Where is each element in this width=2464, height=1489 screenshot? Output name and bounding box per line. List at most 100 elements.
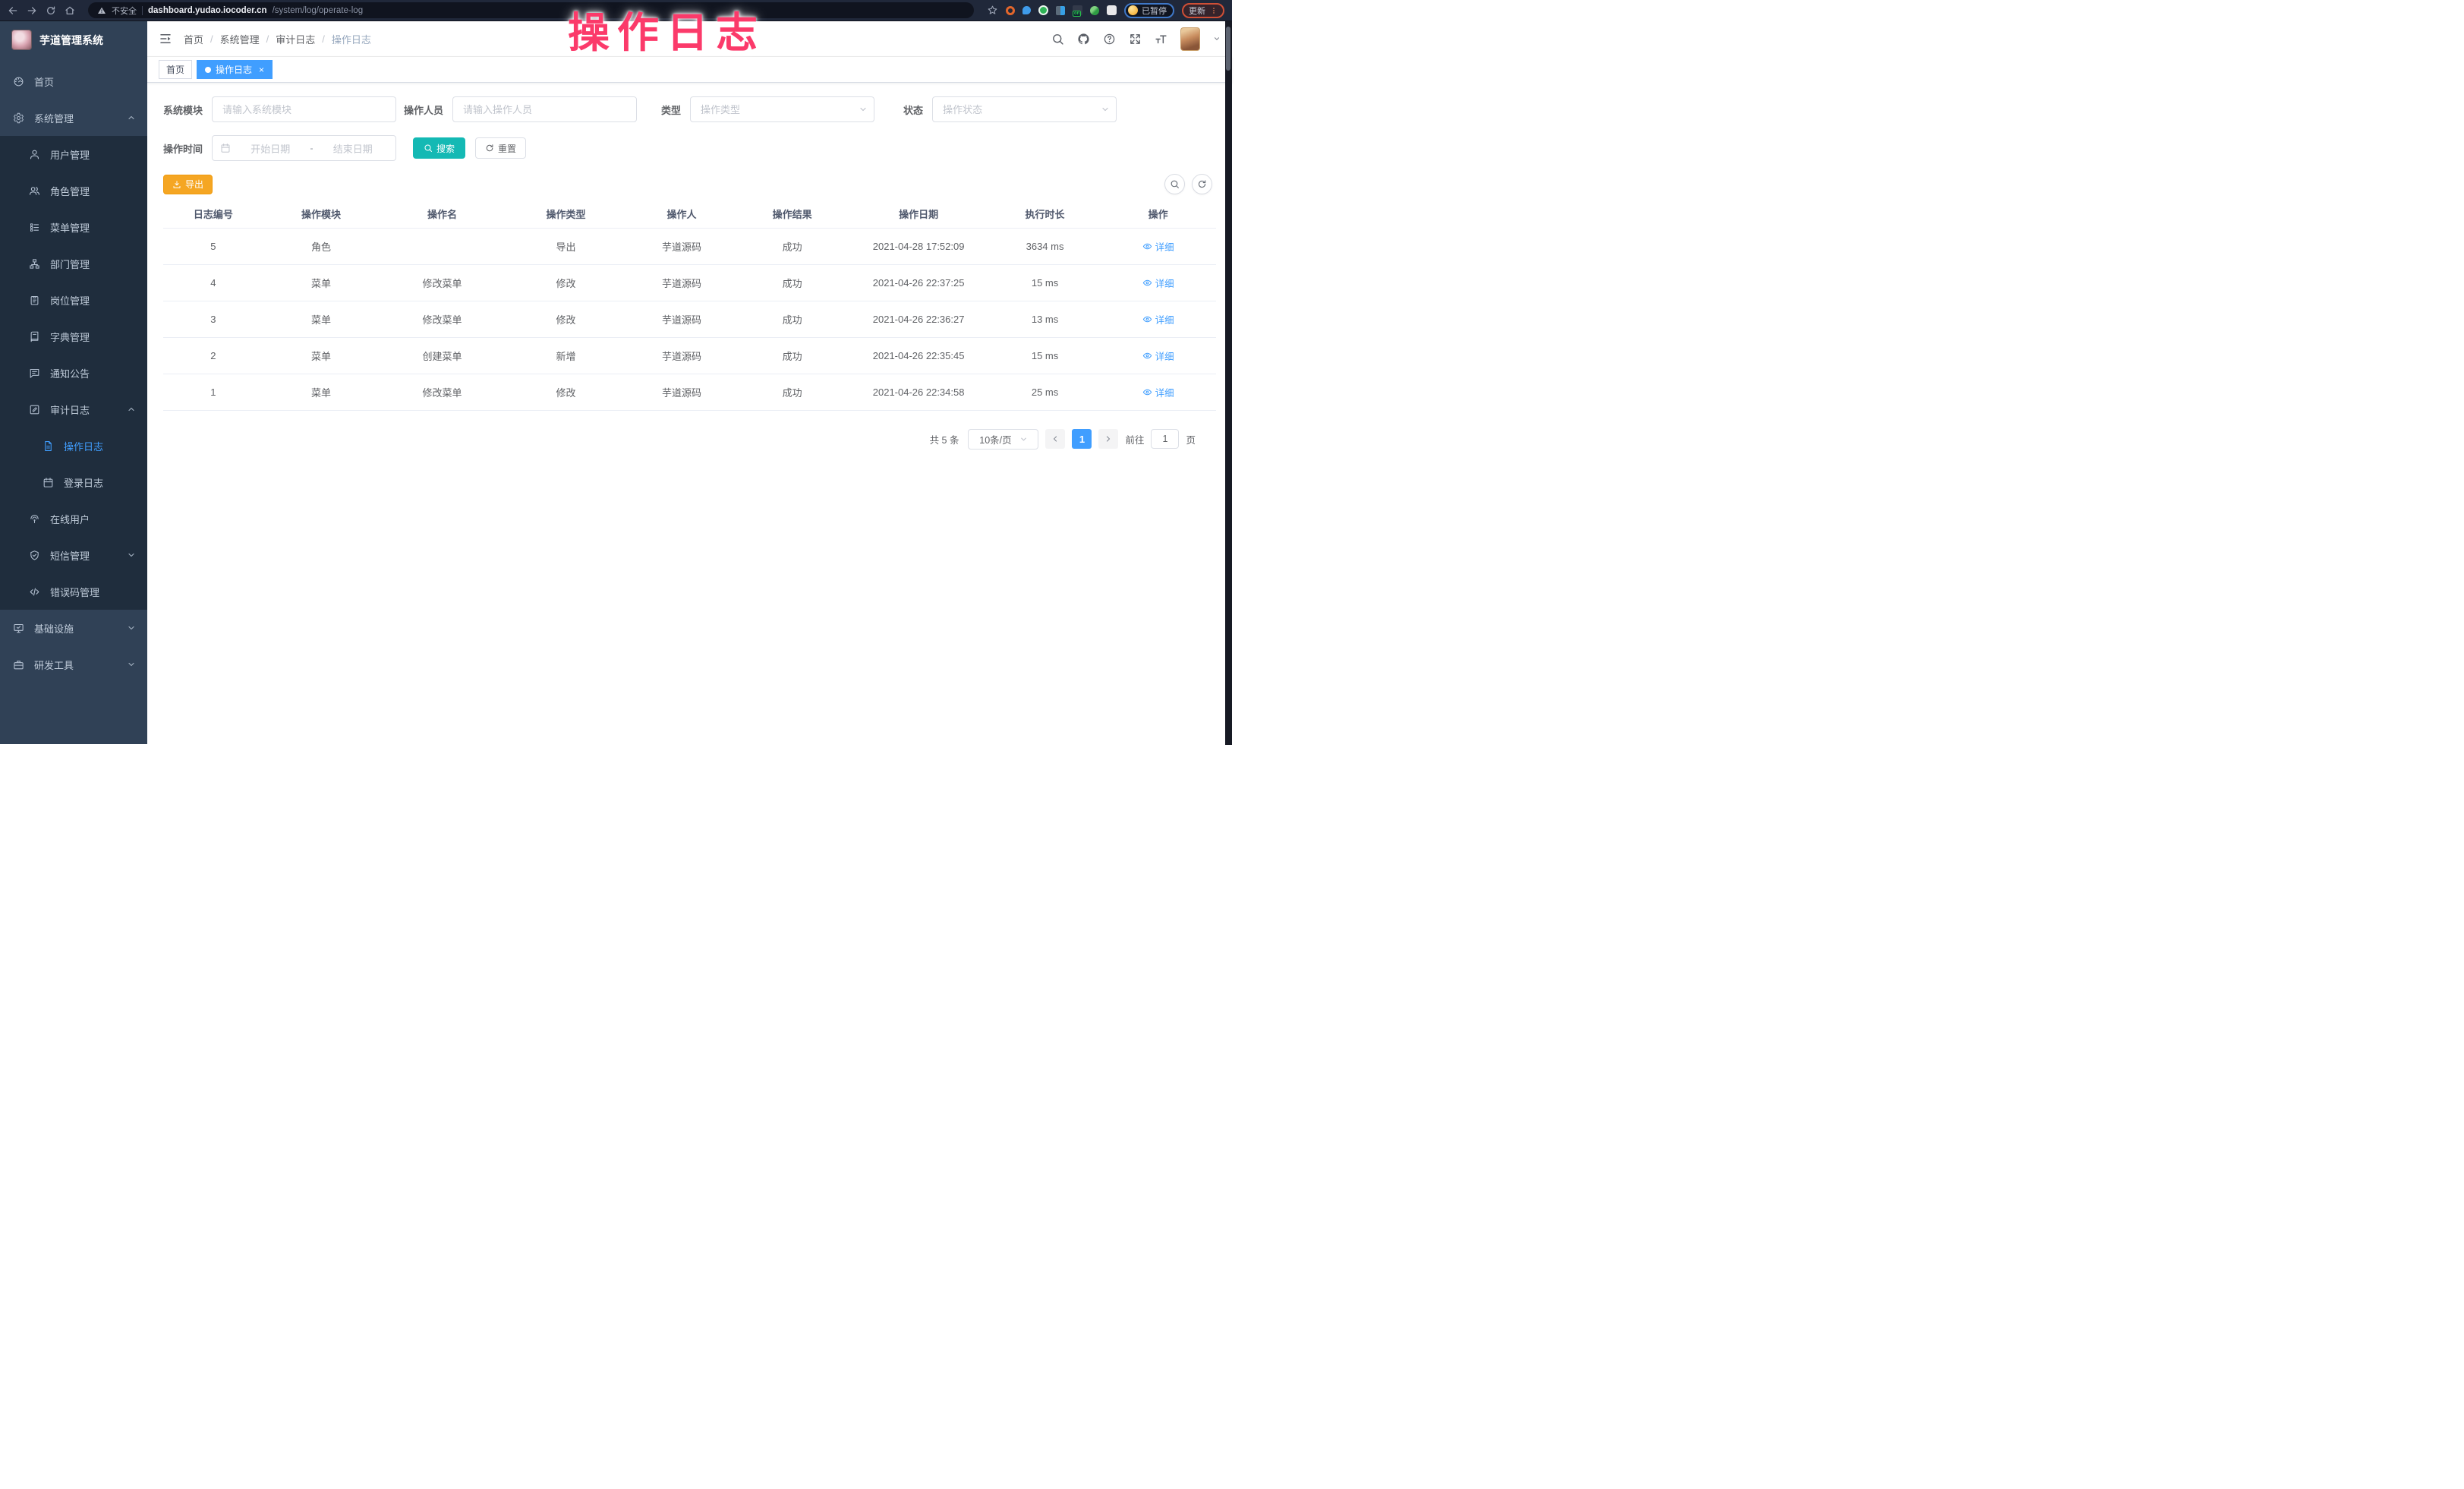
sidebar-item-role-mgmt[interactable]: 角色管理 xyxy=(0,172,147,209)
filter-row-1: 系统模块 操作人员 类型 状态 xyxy=(163,96,1216,122)
reset-button[interactable]: 重置 xyxy=(475,137,526,159)
sidebar-item-dict-mgmt[interactable]: 字典管理 xyxy=(0,318,147,355)
tag-operate-log[interactable]: 操作日志 × xyxy=(197,60,273,79)
edit-square-icon xyxy=(29,404,40,415)
chevron-left-icon xyxy=(1051,434,1060,443)
export-button[interactable]: 导出 xyxy=(163,175,213,194)
cell-module: 角色 xyxy=(263,228,380,264)
sidebar-item-home[interactable]: 首页 xyxy=(0,63,147,99)
address-bar[interactable]: 不安全 dashboard.yudao.iocoder.cn/system/lo… xyxy=(88,2,974,18)
not-secure-label: 不安全 xyxy=(112,5,137,17)
sidebar-item-user-mgmt[interactable]: 用户管理 xyxy=(0,136,147,172)
github-icon[interactable] xyxy=(1077,33,1090,46)
user-avatar[interactable] xyxy=(1180,27,1200,51)
bookmark-star-icon[interactable] xyxy=(987,5,998,16)
dashboard-icon xyxy=(13,76,24,87)
sidebar-item-error-code[interactable]: 错误码管理 xyxy=(0,573,147,610)
eye-icon xyxy=(1142,314,1152,324)
sidebar-collapse-icon[interactable] xyxy=(159,32,172,46)
paused-extension-pill[interactable]: 已暂停 xyxy=(1124,3,1174,18)
sidebar-item-menu-mgmt[interactable]: 菜单管理 xyxy=(0,209,147,245)
toggle-search-button[interactable] xyxy=(1164,174,1185,194)
sidebar-item-dept-mgmt[interactable]: 部门管理 xyxy=(0,245,147,282)
browser-home-icon[interactable] xyxy=(65,5,75,16)
browser-forward-icon[interactable] xyxy=(27,5,37,16)
date-range-picker[interactable]: 开始日期 - 结束日期 xyxy=(212,135,396,161)
extension-orange-icon[interactable] xyxy=(1006,6,1015,15)
col-result: 操作结果 xyxy=(737,200,848,228)
app-window: 芋道管理系统 首页 系统管理 用户管理 角色管理 菜单管理 xyxy=(0,21,1232,744)
table-row: 1 菜单 修改菜单 修改 芋道源码 成功 2021-04-26 22:34:58… xyxy=(163,374,1216,410)
col-name: 操作名 xyxy=(379,200,505,228)
page-size-select[interactable]: 10条/页 xyxy=(968,429,1038,450)
breadcrumb-home[interactable]: 首页 xyxy=(184,32,203,46)
table-header-row: 日志编号 操作模块 操作名 操作类型 操作人 操作结果 操作日期 执行时长 操作 xyxy=(163,200,1216,228)
detail-link[interactable]: 详细 xyxy=(1142,349,1174,363)
tag-label: 操作日志 xyxy=(216,63,252,76)
cell-type: 新增 xyxy=(506,337,627,374)
sidebar-item-login-log[interactable]: 登录日志 xyxy=(0,464,147,500)
extension-duo-icon[interactable] xyxy=(1056,6,1065,15)
browser-menu-dots-icon[interactable] xyxy=(1210,7,1218,14)
extension-leaf-icon[interactable] xyxy=(1090,6,1099,15)
extensions-puzzle-icon[interactable] xyxy=(1107,5,1117,15)
sidebar-item-label: 登录日志 xyxy=(64,475,103,490)
sidebar-item-operate-log[interactable]: 操作日志 xyxy=(0,427,147,464)
breadcrumb-system-mgmt[interactable]: 系统管理 xyxy=(220,32,260,46)
sidebar-item-dev-tools[interactable]: 研发工具 xyxy=(0,646,147,683)
sidebar-item-system-mgmt[interactable]: 系统管理 xyxy=(0,99,147,136)
window-scrollbar[interactable] xyxy=(1225,21,1232,745)
sidebar-item-label: 研发工具 xyxy=(34,658,74,672)
browser-back-icon[interactable] xyxy=(8,5,18,16)
detail-link[interactable]: 详细 xyxy=(1142,312,1174,327)
avatar-caret-icon[interactable] xyxy=(1213,35,1221,43)
sidebar-item-audit-log[interactable]: 审计日志 xyxy=(0,391,147,427)
next-page-button[interactable] xyxy=(1098,429,1118,449)
sidebar-item-label: 错误码管理 xyxy=(50,585,99,599)
cell-module: 菜单 xyxy=(263,374,380,410)
current-page-button[interactable]: 1 xyxy=(1072,429,1092,449)
sidebar-item-label: 基础设施 xyxy=(34,621,74,636)
font-size-icon[interactable] xyxy=(1155,33,1167,46)
breadcrumb-audit-log[interactable]: 审计日志 xyxy=(276,32,315,46)
extension-pin-icon[interactable] xyxy=(1022,6,1031,14)
cell-result: 成功 xyxy=(737,264,848,301)
sidebar-item-label: 岗位管理 xyxy=(50,293,90,308)
browser-reload-icon[interactable] xyxy=(46,5,56,16)
detail-link[interactable]: 详细 xyxy=(1142,385,1174,399)
cell-log-id: 3 xyxy=(163,301,263,337)
chevron-down-icon xyxy=(1019,435,1028,443)
help-icon[interactable] xyxy=(1103,33,1116,46)
goto-page-input[interactable] xyxy=(1151,429,1179,449)
module-input[interactable] xyxy=(212,96,396,122)
sidebar-item-sms-mgmt[interactable]: 短信管理 xyxy=(0,537,147,573)
detail-link[interactable]: 详细 xyxy=(1142,276,1174,290)
table-row: 4 菜单 修改菜单 修改 芋道源码 成功 2021-04-26 22:37:25… xyxy=(163,264,1216,301)
prev-page-button[interactable] xyxy=(1045,429,1065,449)
search-button-label: 搜索 xyxy=(436,142,455,155)
refresh-table-button[interactable] xyxy=(1192,174,1212,194)
sidebar-item-infrastructure[interactable]: 基础设施 xyxy=(0,610,147,646)
cell-module: 菜单 xyxy=(263,301,380,337)
sidebar-item-post-mgmt[interactable]: 岗位管理 xyxy=(0,282,147,318)
search-icon[interactable] xyxy=(1051,33,1064,46)
search-button[interactable]: 搜索 xyxy=(413,137,465,159)
extension-stack-icon[interactable]: on xyxy=(1073,5,1082,15)
end-date-placeholder[interactable]: 结束日期 xyxy=(318,141,389,156)
tag-home[interactable]: 首页 xyxy=(159,60,192,79)
sidebar-item-label: 字典管理 xyxy=(50,330,90,344)
extension-green-icon[interactable] xyxy=(1038,5,1048,15)
start-date-placeholder[interactable]: 开始日期 xyxy=(235,141,306,156)
breadcrumb-separator: / xyxy=(266,33,269,45)
app-logo-row[interactable]: 芋道管理系统 xyxy=(0,21,147,58)
scrollbar-thumb[interactable] xyxy=(1226,27,1230,71)
tag-close-icon[interactable]: × xyxy=(259,65,264,74)
operator-input[interactable] xyxy=(452,96,637,122)
status-select[interactable] xyxy=(932,96,1117,122)
type-select[interactable] xyxy=(690,96,874,122)
detail-link[interactable]: 详细 xyxy=(1142,239,1174,254)
fullscreen-icon[interactable] xyxy=(1129,33,1142,46)
browser-update-button[interactable]: 更新 xyxy=(1182,3,1224,18)
sidebar-item-notice[interactable]: 通知公告 xyxy=(0,355,147,391)
sidebar-item-online-users[interactable]: 在线用户 xyxy=(0,500,147,537)
